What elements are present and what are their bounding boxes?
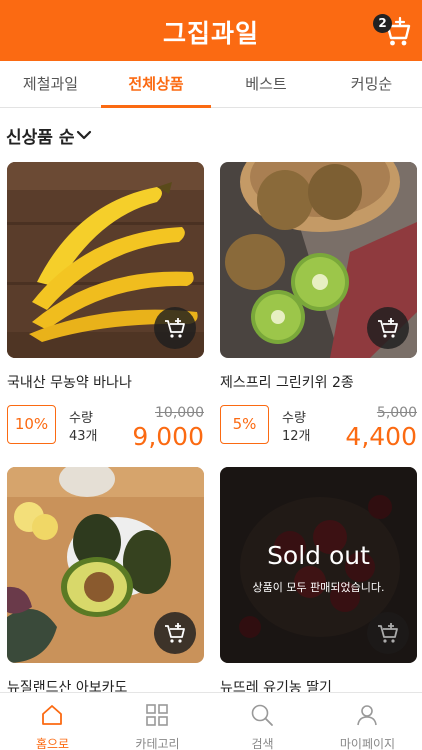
product-image-avocado[interactable] [7,467,204,663]
add-to-cart-button[interactable] [367,307,409,349]
sort-dropdown-label[interactable]: 신상품 순 [6,123,74,149]
quantity-value: 12개 [282,429,311,444]
nav-search[interactable]: 검색 [210,693,315,750]
sold-out-message: 상품이 모두 판매되었습니다. [252,581,385,594]
cart-button[interactable]: 2 [373,14,412,48]
category-tabs: 제철과일 전체상품 베스트 커밍순 [0,61,422,108]
search-icon [251,704,273,726]
nav-home[interactable]: 홈으로 [0,693,105,750]
product-name[interactable]: 국내산 무농약 바나나 [7,372,132,392]
nav-label: 카테고리 [135,737,180,750]
tab-all-products[interactable]: 전체상품 [101,61,211,108]
sale-price: 9,000 [132,422,204,451]
home-icon [42,705,62,725]
nav-label: 검색 [251,737,274,750]
user-icon [357,705,377,726]
nav-label: 홈으로 [35,737,70,750]
product-name[interactable]: 제스프리 그린키위 2종 [220,372,354,392]
add-to-cart-button[interactable] [154,612,196,654]
discount-badge: 10% [7,405,56,444]
quantity-label: 수량 [69,411,93,426]
original-price: 10,000 [155,405,204,421]
tab-best[interactable]: 베스트 [211,61,321,108]
add-to-cart-button[interactable] [154,307,196,349]
add-to-cart-button[interactable] [367,612,409,654]
active-tab-indicator [101,105,211,108]
quantity-label: 수량 [282,411,306,426]
cart-plus-icon [165,318,185,338]
tab-coming-soon[interactable]: 커밍순 [321,61,422,108]
product-image-kiwi[interactable] [220,162,417,358]
product-image-strawberry[interactable]: Sold out 상품이 모두 판매되었습니다. [220,467,417,663]
cart-plus-icon [165,623,185,643]
sale-price: 4,400 [345,422,417,451]
grid-icon [146,704,168,726]
nav-mypage[interactable]: 마이페이지 [315,693,420,750]
nav-category[interactable]: 카테고리 [105,693,210,750]
app-header: 그집과일 2 [0,0,422,61]
cart-count-badge: 2 [373,14,392,33]
bottom-navigation: 홈으로 카테고리 검색 마이페이지 [0,692,422,750]
quantity-value: 43개 [69,429,98,444]
tab-seasonal[interactable]: 제철과일 [0,61,101,108]
product-image-banana[interactable] [7,162,204,358]
chevron-down-icon[interactable] [76,128,92,142]
app-title[interactable]: 그집과일 [0,14,422,50]
original-price: 5,000 [376,405,417,421]
sold-out-title: Sold out [267,541,370,570]
nav-label: 마이페이지 [339,737,396,750]
discount-badge: 5% [220,405,269,444]
cart-plus-icon [378,623,398,643]
cart-plus-icon [378,318,398,338]
